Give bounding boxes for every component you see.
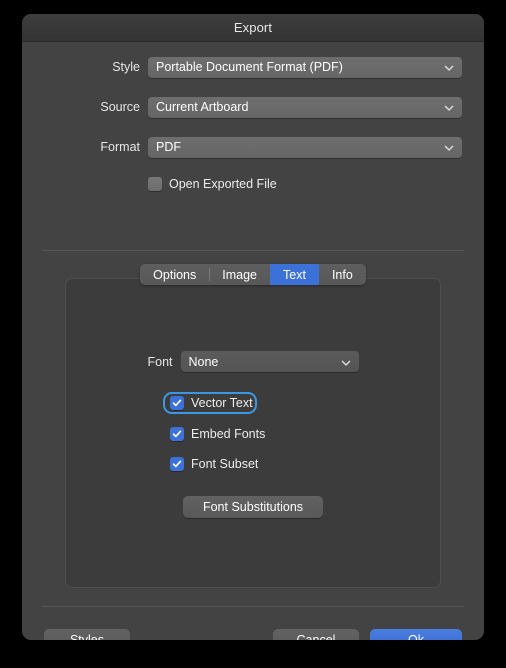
cancel-button[interactable]: Cancel (273, 629, 359, 640)
chevron-down-icon (443, 61, 455, 73)
export-dialog: Export Style Portable Document Format (P… (22, 14, 484, 640)
font-value: None (188, 354, 219, 369)
format-select[interactable]: PDF (148, 136, 462, 158)
style-label: Style (112, 60, 140, 74)
footer: Styles Cancel Ok (22, 626, 484, 640)
font-row: Font None (66, 351, 440, 372)
open-exported-file-label: Open Exported File (169, 177, 277, 191)
tab-text-label: Text (283, 267, 306, 282)
form-rows: Style Portable Document Format (PDF) Sou… (22, 42, 484, 158)
tab-options-label: Options (153, 267, 197, 282)
open-exported-file-checkbox[interactable]: Open Exported File (148, 177, 484, 191)
source-value: Current Artboard (156, 100, 249, 114)
tab-info-label: Info (331, 267, 353, 282)
text-tab-panel: Font None Vector Text Embed Fonts Font S… (65, 278, 441, 588)
checkbox-checked-icon (170, 457, 184, 471)
chevron-down-icon (443, 101, 455, 113)
chevron-down-icon (443, 141, 455, 153)
font-subset-label: Font Subset (191, 457, 259, 471)
font-substitutions-button[interactable]: Font Substitutions (183, 496, 323, 518)
embed-fonts-checkbox[interactable]: Embed Fonts (170, 424, 440, 444)
checkbox-checked-icon (170, 396, 184, 410)
tab-group: Options Image Text Info (140, 264, 366, 285)
ok-button[interactable]: Ok (370, 629, 462, 640)
styles-button[interactable]: Styles (44, 629, 130, 640)
tab-image-label: Image (222, 267, 258, 282)
chevron-down-icon (340, 356, 352, 368)
divider-bottom (42, 606, 464, 607)
font-select[interactable]: None (180, 351, 359, 372)
dialog-body: Style Portable Document Format (PDF) Sou… (22, 42, 484, 640)
text-tab-content: Font None Vector Text Embed Fonts Font S… (66, 279, 440, 518)
footer-actions: Cancel Ok (273, 629, 462, 640)
format-value: PDF (156, 140, 181, 154)
titlebar: Export (22, 14, 484, 42)
window-title: Export (233, 20, 273, 35)
source-select[interactable]: Current Artboard (148, 96, 462, 118)
tabbar: Options Image Text Info (22, 264, 484, 285)
tab-text[interactable]: Text (270, 264, 319, 285)
format-label: Format (100, 140, 140, 154)
font-substitutions-row: Font Substitutions (66, 496, 440, 518)
tab-info[interactable]: Info (319, 264, 366, 285)
font-label: Font (147, 354, 173, 369)
source-label: Source (100, 100, 140, 114)
style-value: Portable Document Format (PDF) (156, 60, 343, 74)
checkbox-unchecked-icon (148, 177, 162, 191)
embed-fonts-label: Embed Fonts (191, 427, 266, 441)
vector-text-checkbox[interactable]: Vector Text (163, 392, 257, 414)
checkbox-checked-icon (170, 427, 184, 441)
screen: Export Style Portable Document Format (P… (0, 0, 506, 668)
tab-image[interactable]: Image (209, 264, 270, 285)
vector-text-label: Vector Text (191, 396, 253, 410)
form-row-format: Format PDF (44, 136, 462, 158)
font-subset-checkbox[interactable]: Font Subset (170, 454, 440, 474)
divider-top (42, 250, 464, 251)
text-options-list: Vector Text Embed Fonts Font Subset (66, 392, 440, 474)
form-row-style: Style Portable Document Format (PDF) (44, 56, 462, 78)
form-row-source: Source Current Artboard (44, 96, 462, 118)
tab-options[interactable]: Options (140, 264, 209, 285)
style-select[interactable]: Portable Document Format (PDF) (148, 56, 462, 78)
